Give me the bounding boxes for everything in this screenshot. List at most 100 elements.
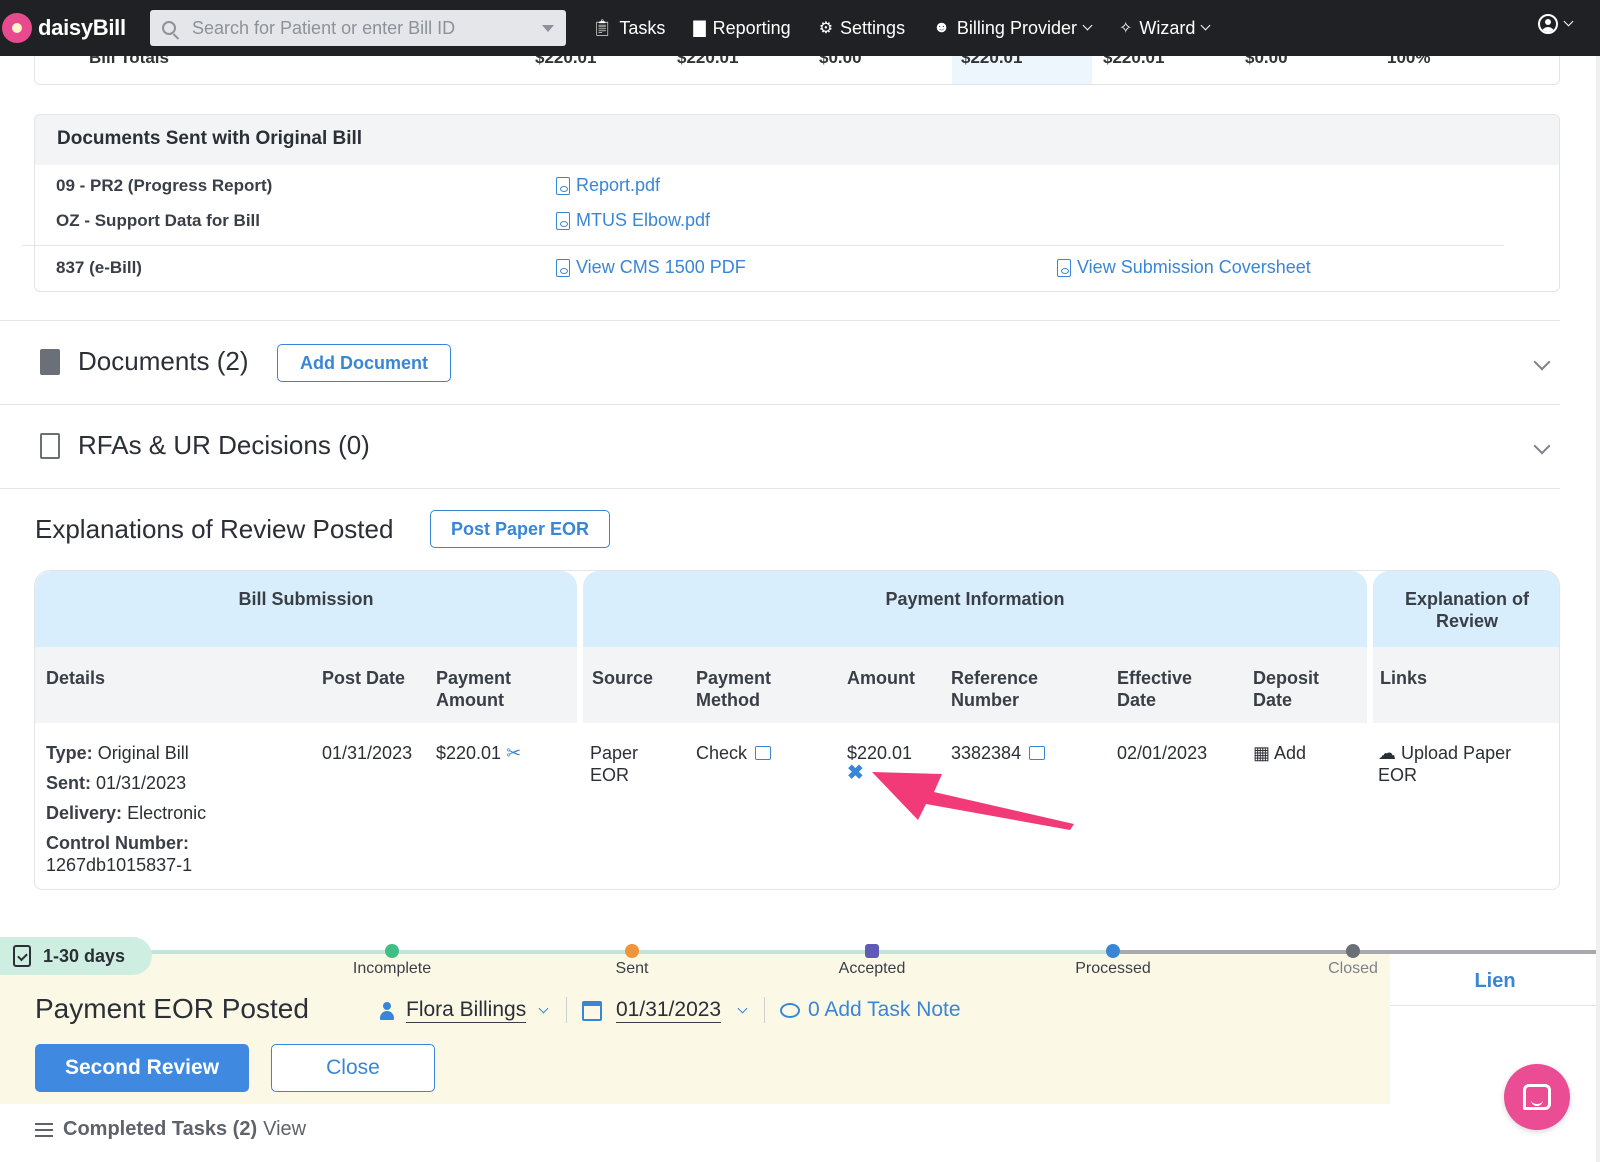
doc-type-label: 09 - PR2 (Progress Report) (56, 176, 273, 195)
stage-accepted: Accepted (838, 960, 906, 977)
group-bill-submission: Bill Submission (35, 571, 577, 647)
eor-section-title: Explanations of Review Posted (35, 514, 394, 544)
nav-settings[interactable]: ⚙ Settings (819, 18, 905, 39)
edit-icon[interactable] (755, 746, 772, 760)
task-age-badge: 1-30 days (0, 937, 152, 975)
second-review-button[interactable]: Second Review (35, 1044, 249, 1092)
doc-link-label: MTUS Elbow.pdf (576, 210, 711, 230)
documents-sent-title: Documents Sent with Original Bill (35, 115, 1559, 165)
list-icon (35, 1122, 53, 1137)
scissors-icon[interactable]: ✂ (506, 743, 521, 763)
chevron-down-icon[interactable] (542, 24, 554, 32)
chat-icon (1523, 1084, 1551, 1110)
upload-paper-eor-label: Upload Paper EOR (1378, 743, 1512, 785)
nav-reporting[interactable]: ▇ Reporting (693, 18, 790, 39)
eor-amount: $220.01 ✖ (847, 742, 913, 783)
eor-payment-amount: $220.01 ✂ (436, 742, 521, 764)
task-date-value: 01/31/2023 (616, 998, 722, 1023)
chevron-down-icon (1200, 20, 1211, 31)
nav-wizard-label: Wizard (1139, 17, 1196, 38)
chevron-down-icon (1563, 16, 1574, 27)
col-details: Details (46, 668, 106, 688)
stage-closed-icon (1346, 944, 1360, 958)
tab-lien[interactable]: Lien (1390, 958, 1600, 1006)
task-note-label: 0 Add Task Note (808, 998, 961, 1021)
divider (22, 245, 1504, 246)
doc-type-label: OZ - Support Data for Bill (56, 211, 260, 230)
completed-tasks-view-link[interactable]: View (263, 1118, 306, 1141)
col-post-date: Post Date (322, 668, 406, 688)
chevron-down-icon (1082, 20, 1093, 31)
doc-link-report[interactable]: Report.pdf (556, 175, 660, 196)
add-deposit-date-link[interactable]: ▦ Add (1253, 742, 1306, 764)
col-amount: Amount (847, 668, 915, 688)
edit-icon[interactable] (1029, 746, 1046, 760)
users-icon: ☻ (933, 19, 950, 36)
nav-reporting-label: Reporting (712, 17, 791, 38)
doc-link-mtus[interactable]: MTUS Elbow.pdf (556, 210, 710, 231)
stage-incomplete: Incomplete (352, 960, 432, 977)
close-task-button[interactable]: Close (271, 1044, 435, 1092)
chevron-down-icon[interactable] (1533, 353, 1551, 371)
calendar-icon (582, 1000, 602, 1021)
task-age-label: 1-30 days (43, 945, 126, 966)
stage-accepted-icon (865, 944, 879, 958)
doc-link-label: Report.pdf (576, 175, 661, 195)
col-reference-number: Reference Number (951, 668, 1039, 710)
add-document-button[interactable]: Add Document (277, 344, 451, 382)
task-date[interactable]: 01/31/2023 (582, 998, 748, 1023)
calendar-icon: ▦ (1253, 743, 1271, 763)
upload-paper-eor-link[interactable]: ☁ Upload Paper EOR (1378, 742, 1548, 786)
amount-value: $220.01 (847, 743, 913, 763)
bar-chart-icon: ▇ (693, 20, 706, 37)
nav-billing-provider-label: Billing Provider (956, 17, 1077, 38)
nav-tasks[interactable]: 📋︎ Tasks (592, 18, 665, 39)
eor-post-date: 01/31/2023 (322, 743, 413, 763)
logo[interactable]: daisyBill (2, 13, 144, 43)
deposit-date-label: Add (1274, 743, 1307, 763)
view-coversheet-link[interactable]: View Submission Coversheet (1057, 257, 1311, 278)
pdf-file-icon (556, 176, 570, 195)
search-box[interactable] (150, 10, 566, 46)
rfas-section-title[interactable]: RFAs & UR Decisions (0) (78, 430, 370, 461)
post-paper-eor-button[interactable]: Post Paper EOR (430, 510, 610, 548)
assignee-name: Flora Billings (406, 998, 527, 1023)
chevron-down-icon (737, 1003, 748, 1013)
daisy-logo-icon (2, 13, 32, 43)
file-text-icon (40, 433, 60, 459)
task-assignee[interactable]: Flora Billings (380, 998, 549, 1023)
cloud-upload-icon: ☁ (1378, 743, 1396, 763)
nav-wizard[interactable]: ✧ Wizard (1119, 17, 1211, 39)
brand-name: daisyBill (38, 15, 126, 40)
search-input[interactable] (192, 17, 542, 39)
user-icon (380, 1001, 394, 1020)
view-coversheet-label: View Submission Coversheet (1077, 257, 1311, 277)
file-pdf-icon (40, 349, 60, 375)
chevron-down-icon (538, 1003, 549, 1013)
add-task-note-link[interactable]: 0 Add Task Note (780, 998, 961, 1022)
view-cms1500-label: View CMS 1500 PDF (576, 257, 746, 277)
col-payment-method: Payment Method (696, 668, 772, 710)
chevron-down-icon[interactable] (1533, 437, 1551, 455)
detail-sent: Sent: 01/31/2023 (46, 773, 187, 793)
search-icon (162, 21, 176, 35)
col-links: Links (1380, 668, 1428, 688)
user-menu[interactable] (1538, 14, 1574, 34)
documents-section-title[interactable]: Documents (2) (78, 346, 249, 377)
remove-icon[interactable]: ✖ (847, 763, 912, 783)
divider (0, 320, 1560, 321)
col-effective-date: Effective Date (1117, 668, 1193, 710)
payment-method-value: Check (696, 743, 748, 763)
nav-billing-provider[interactable]: ☻ Billing Provider (933, 17, 1093, 39)
detail-delivery: Delivery: Electronic (46, 803, 207, 823)
gear-icon: ⚙ (818, 20, 834, 37)
top-nav: daisyBill 📋︎ Tasks ▇ Reporting ⚙ Setting… (0, 0, 1600, 56)
divider (764, 997, 765, 1023)
view-cms1500-link[interactable]: View CMS 1500 PDF (556, 257, 746, 278)
scrollbar[interactable] (1596, 56, 1600, 1162)
detail-control-number: Control Number: 1267db1015837-1 (46, 833, 193, 875)
divider (0, 404, 1560, 405)
chat-widget-button[interactable] (1504, 1064, 1570, 1130)
comment-icon (780, 1002, 800, 1018)
col-source: Source (592, 668, 654, 688)
